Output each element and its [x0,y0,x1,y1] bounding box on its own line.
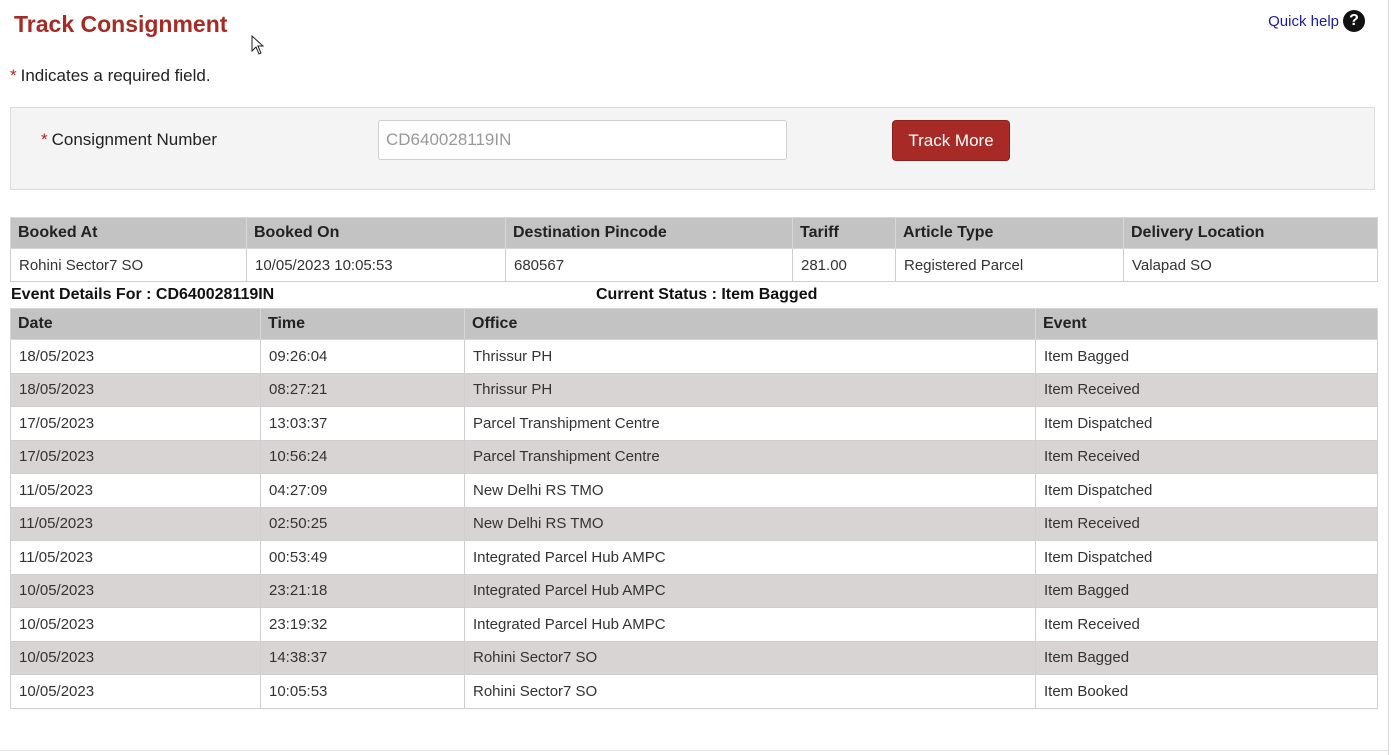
event-office-cell: Parcel Transhipment Centre [464,439,1036,474]
col-tariff: Tariff [792,217,896,249]
article-type-cell: Registered Parcel [895,248,1124,282]
event-date-cell: 18/05/2023 [10,339,261,374]
event-office-cell: Rohini Sector7 SO [464,640,1036,675]
required-note-text: Indicates a required field. [20,66,211,85]
event-status-cell: Item Booked [1035,674,1378,709]
booking-details-table: Booked At Booked On Destination Pincode … [10,217,1378,282]
event-office-cell: Integrated Parcel Hub AMPC [464,607,1036,642]
event-office-cell: New Delhi RS TMO [464,506,1036,541]
event-date-cell: 17/05/2023 [10,439,261,474]
required-field-note: * Indicates a required field. [10,66,211,86]
event-status-cell: Item Dispatched [1035,540,1378,575]
mouse-cursor-icon [251,35,265,55]
col-date: Date [10,308,261,340]
event-row: 10/05/2023 14:38:37 Rohini Sector7 SO Item … [10,640,1378,675]
current-status-label: Current Status : Item Bagged [596,286,818,303]
quick-help[interactable]: Quick help ? [1268,10,1365,32]
event-time-cell: 00:53:49 [260,540,465,575]
quick-help-link[interactable]: Quick help [1268,13,1339,30]
event-status-cell: Item Bagged [1035,640,1378,675]
event-row: 17/05/2023 10:56:24 Parcel Transhipment Ce… [10,439,1378,474]
question-circle-icon[interactable]: ? [1343,10,1365,32]
delivery-location-cell: Valapad SO [1123,248,1378,282]
event-row: 11/05/2023 02:50:25 New Delhi RS TMO Item R… [10,506,1378,541]
col-event: Event [1035,308,1378,340]
event-time-cell: 08:27:21 [260,372,465,407]
col-destination-pincode: Destination Pincode [505,217,793,249]
event-time-cell: 10:56:24 [260,439,465,474]
event-status-cell: Item Received [1035,607,1378,642]
consignment-number-label: * Consignment Number [41,130,217,150]
col-booked-at: Booked At [10,217,247,249]
event-row: 11/05/2023 04:27:09 New Delhi RS TMO Item D… [10,473,1378,508]
event-status-cell: Item Bagged [1035,339,1378,374]
event-date-cell: 11/05/2023 [10,540,261,575]
event-status-cell: Item Received [1035,372,1378,407]
event-office-cell: New Delhi RS TMO [464,473,1036,508]
event-row: 10/05/2023 23:19:32 Integrated Parcel Hub … [10,607,1378,642]
tracking-form-panel: *Consignment Number Track More [10,107,1375,190]
events-body: 18/05/2023 09:26:04 Thrissur PH Item Bagged… [10,339,1378,709]
event-row: 11/05/2023 00:53:49 Integrated Parcel Hub … [10,540,1378,575]
event-time-cell: 13:03:37 [260,406,465,441]
event-office-cell: Integrated Parcel Hub AMPC [464,540,1036,575]
destination-pincode-cell: 680567 [505,248,793,282]
event-date-cell: 18/05/2023 [10,372,261,407]
event-row: 17/05/2023 13:03:37 Parcel Transhipment Ce… [10,406,1378,441]
event-office-cell: Parcel Transhipment Centre [464,406,1036,441]
event-row: 10/05/2023 10:05:53 Rohini Sector7 SO Item … [10,674,1378,709]
event-time-cell: 04:27:09 [260,473,465,508]
event-status-cell: Item Dispatched [1035,406,1378,441]
event-status-cell: Item Dispatched [1035,473,1378,508]
event-time-cell: 09:26:04 [260,339,465,374]
event-history-table: Date Time Office Event 18/05/2023 09:26:0… [10,308,1378,709]
consignment-number-input[interactable] [378,120,787,160]
col-time: Time [260,308,465,340]
event-date-cell: 11/05/2023 [10,473,261,508]
event-date-cell: 10/05/2023 [10,640,261,675]
event-date-cell: 10/05/2023 [10,674,261,709]
event-office-cell: Rohini Sector7 SO [464,674,1036,709]
booked-at-cell: Rohini Sector7 SO [10,248,247,282]
event-row: 10/05/2023 23:21:18 Integrated Parcel Hub … [10,573,1378,608]
booking-header-row: Booked At Booked On Destination Pincode … [10,217,1378,249]
tariff-cell: 281.00 [792,248,896,282]
event-time-cell: 14:38:37 [260,640,465,675]
consignment-label-text: Consignment Number [51,130,217,149]
event-date-cell: 10/05/2023 [10,607,261,642]
event-office-cell: Thrissur PH [464,339,1036,374]
page-bottom-divider [0,750,1388,751]
booked-on-cell: 10/05/2023 10:05:53 [246,248,506,282]
event-row: 18/05/2023 09:26:04 Thrissur PH Item Bagged [10,339,1378,374]
page-edge-divider [1388,0,1389,755]
col-office: Office [464,308,1036,340]
event-status-cell: Item Received [1035,439,1378,474]
event-row: 18/05/2023 08:27:21 Thrissur PH Item Receiv… [10,372,1378,407]
col-article-type: Article Type [895,217,1124,249]
event-date-cell: 10/05/2023 [10,573,261,608]
booking-row: Rohini Sector7 SO 10/05/2023 10:05:53 68… [10,248,1378,282]
required-star: * [10,66,17,85]
event-details-label: Event Details For : CD640028119IN [11,286,275,303]
events-header-row: Date Time Office Event [10,308,1378,340]
event-time-cell: 23:21:18 [260,573,465,608]
required-star: * [41,130,48,149]
track-more-button[interactable]: Track More [892,120,1010,161]
event-time-cell: 10:05:53 [260,674,465,709]
event-office-cell: Integrated Parcel Hub AMPC [464,573,1036,608]
event-date-cell: 11/05/2023 [10,506,261,541]
col-booked-on: Booked On [246,217,506,249]
event-time-cell: 02:50:25 [260,506,465,541]
event-date-cell: 17/05/2023 [10,406,261,441]
page-title: Track Consignment [14,11,228,37]
col-delivery-location: Delivery Location [1123,217,1378,249]
event-status-cell: Item Bagged [1035,573,1378,608]
event-status-cell: Item Received [1035,506,1378,541]
event-office-cell: Thrissur PH [464,372,1036,407]
event-time-cell: 23:19:32 [260,607,465,642]
